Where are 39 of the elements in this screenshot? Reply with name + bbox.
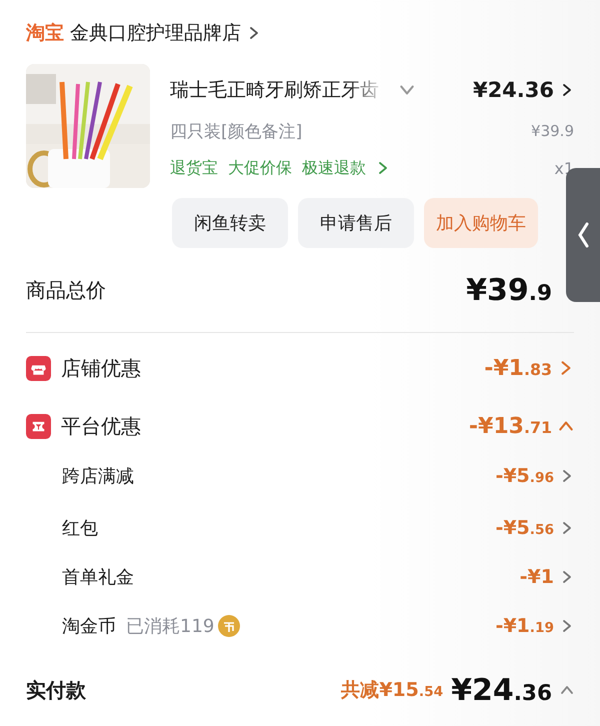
- discount-label: 平台优惠: [61, 412, 141, 440]
- action-button[interactable]: 申请售后: [298, 198, 414, 248]
- action-button[interactable]: 闲鱼转卖: [172, 198, 288, 248]
- total-savings: 共减¥15.54: [341, 678, 444, 703]
- shop-name[interactable]: 金典口腔护理品牌店: [70, 20, 241, 46]
- chevron-icon: [577, 222, 589, 248]
- original-price: ¥39.9: [531, 122, 574, 140]
- total-amount: ¥39.9: [466, 272, 552, 308]
- discount-item-amount: -¥5.96: [495, 465, 554, 487]
- total-label: 商品总价: [26, 276, 106, 304]
- discount-item-amount: -¥5.56: [495, 516, 554, 538]
- discount-item-label: 淘金币: [62, 614, 116, 638]
- discount-label: 店铺优惠: [61, 354, 141, 382]
- payment-amount: ¥24.36: [451, 672, 552, 708]
- payment-label: 实付款: [26, 676, 86, 704]
- service-tag: 退货宝: [170, 158, 218, 178]
- coin-usage: 已消耗119: [126, 614, 214, 638]
- product-variant: 四只装[颜色备注]: [170, 120, 302, 142]
- chevron-icon: [560, 618, 574, 632]
- chevron-icon: [560, 83, 574, 97]
- brand-logo: 淘宝: [26, 21, 64, 46]
- chevron-icon: [560, 469, 574, 483]
- discount-item-label: 红包: [62, 516, 98, 540]
- store-icon: [26, 356, 51, 380]
- chevron-icon: [560, 570, 574, 584]
- discount-item-amount: -¥1: [520, 566, 554, 588]
- product-price: ¥24.36: [472, 78, 554, 102]
- coupon-icon: [26, 414, 51, 438]
- chevron-icon: [247, 26, 261, 40]
- service-tag: 极速退款: [302, 158, 366, 178]
- service-tag: 大促价保: [228, 158, 292, 178]
- discount-amount: -¥1.83: [484, 356, 552, 380]
- discount-item-label: 首单礼金: [62, 566, 134, 588]
- chevron-icon: [376, 161, 390, 175]
- discount-item-label: 跨店满减: [62, 465, 134, 488]
- discount-item-amount: -¥1.19: [495, 614, 554, 636]
- discount-amount: -¥13.71: [468, 414, 552, 438]
- coin-icon: [218, 614, 240, 636]
- chevron-icon: [560, 520, 574, 534]
